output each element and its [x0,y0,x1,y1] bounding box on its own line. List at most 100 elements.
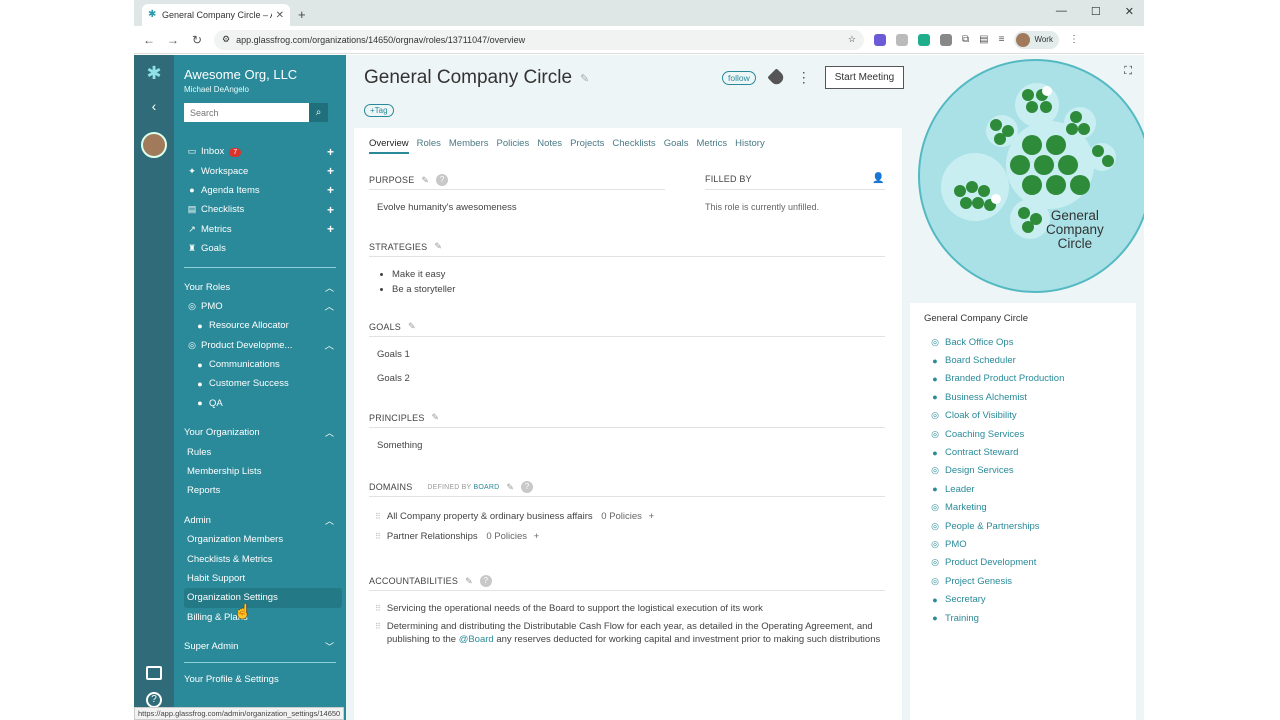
section-your-roles[interactable]: Your Roles ︿ [184,277,342,296]
collapse-sidebar-icon[interactable]: ‹ [134,98,174,114]
menu-item-checklists[interactable]: ▤ Checklists + [184,200,342,219]
role-list-item[interactable]: ◎ Cloak of Visibility [924,407,1136,425]
profile-chip[interactable]: Work [1014,30,1059,49]
wordpress-extension-icon[interactable] [940,33,952,46]
add-agenda-icon[interactable]: + [327,183,334,197]
add-policy-icon[interactable]: + [534,531,540,542]
assign-person-icon[interactable]: 👤 [872,173,884,184]
admin-item-checklists-metrics[interactable]: Checklists & Metrics [184,549,342,568]
drag-handle-icon[interactable]: ⠿ [375,620,381,646]
add-checklist-icon[interactable]: + [327,203,334,217]
admin-item-org-members[interactable]: Organization Members [184,530,342,549]
camera-extension-icon[interactable] [896,33,908,46]
close-window-icon[interactable]: ✕ [1125,5,1134,18]
chevron-up-icon[interactable]: ︿ [324,299,334,313]
drag-handle-icon[interactable]: ⠿ [375,604,381,613]
menu-item-goals[interactable]: ♜ Goals [184,239,342,258]
role-list-item[interactable]: ◎ Project Genesis [924,572,1136,590]
more-options-icon[interactable]: ⋮ [797,69,811,86]
role-communications[interactable]: ● Communications [184,355,342,374]
role-list-item[interactable]: ● Branded Product Production [924,370,1136,388]
add-policy-icon[interactable]: + [649,511,655,522]
edit-pencil-icon[interactable]: ✎ [421,175,429,186]
help-circle-icon[interactable]: ? [436,174,449,186]
role-list-item[interactable]: ● Business Alchemist [924,388,1136,406]
section-admin[interactable]: Admin ︿ [184,511,342,530]
role-list-item[interactable]: ● Secretary [924,590,1136,608]
goal-item[interactable]: Goals 2 [377,373,410,384]
defined-by-board-link[interactable]: BOARD [473,484,499,491]
maximize-icon[interactable]: ☐ [1091,5,1101,18]
menu-item-agenda[interactable]: ● Agenda Items + [184,181,342,200]
edit-pencil-icon[interactable]: ✎ [465,576,473,587]
url-field[interactable]: ⚙ app.glassfrog.com/organizations/14650/… [214,29,864,50]
section-profile-settings[interactable]: Your Profile & Settings [184,669,342,688]
back-arrow-icon[interactable]: ← [142,33,156,47]
chevron-up-icon[interactable]: ︿ [325,426,334,439]
search-icon[interactable]: ⌕ [309,103,328,122]
role-list-item[interactable]: ● Board Scheduler [924,351,1136,369]
role-pmo[interactable]: ◎ PMO ︿ [184,297,342,316]
edit-pencil-icon[interactable]: ✎ [432,412,440,423]
forward-arrow-icon[interactable]: → [166,33,180,47]
chevron-up-icon[interactable]: ︿ [324,338,334,352]
role-list-item[interactable]: ◎ PMO [924,535,1136,553]
bookmark-star-icon[interactable]: ☆ [848,34,856,45]
add-tag-button[interactable]: +Tag [364,104,394,117]
puzzle-extensions-icon[interactable]: ⧉ [962,34,969,45]
close-tab-icon[interactable]: ✕ [276,10,284,21]
board-mention-link[interactable]: @Board [459,634,494,645]
goal-item[interactable]: Goals 1 [377,349,410,360]
org-item-reports[interactable]: Reports [184,481,342,500]
section-your-organization[interactable]: Your Organization ︿ [184,423,342,442]
menu-item-metrics[interactable]: ↗ Metrics + [184,220,342,239]
follow-button[interactable]: follow [722,70,756,85]
admin-item-org-settings[interactable]: Organization Settings [184,588,342,608]
start-meeting-button[interactable]: Start Meeting [824,66,905,89]
chevron-down-icon[interactable]: ﹀ [325,640,334,653]
tab-notes[interactable]: Notes [537,138,562,154]
add-inbox-icon[interactable]: + [327,145,334,159]
browser-menu-icon[interactable]: ⋮ [1069,34,1079,45]
menu-item-inbox[interactable]: ▭ Inbox 7 + [184,142,342,161]
edit-pencil-icon[interactable]: ✎ [434,241,442,252]
reload-icon[interactable]: ↻ [190,33,204,47]
section-super-admin[interactable]: Super Admin ﹀ [184,637,342,656]
add-workspace-icon[interactable]: + [327,164,334,178]
admin-item-habit-support[interactable]: Habit Support [184,569,342,588]
fullscreen-icon[interactable]: ⛶ [1124,65,1132,78]
role-list-item[interactable]: ◎ Back Office Ops [924,333,1136,351]
role-list-item[interactable]: ◎ People & Partnerships [924,517,1136,535]
admin-item-billing[interactable]: Billing & Plans [184,608,342,627]
role-list-item[interactable]: ◎ Product Development [924,554,1136,572]
tab-overview[interactable]: Overview [369,138,409,154]
tab-policies[interactable]: Policies [496,138,529,154]
chat-icon[interactable] [146,666,162,680]
edit-title-pencil-icon[interactable]: ✎ [580,72,589,85]
help-icon[interactable]: ? [146,692,162,708]
tab-projects[interactable]: Projects [570,138,604,154]
site-info-icon[interactable]: ⚙ [222,34,230,45]
policies-count[interactable]: 0 Policies [486,531,527,542]
help-circle-icon[interactable]: ? [479,575,492,587]
frog-logo-icon[interactable]: ✱ [134,63,174,84]
tab-metrics[interactable]: Metrics [697,138,728,154]
tag-icon[interactable] [767,68,786,87]
circle-visualization[interactable] [918,59,1144,293]
tab-history[interactable]: History [735,138,765,154]
drag-handle-icon[interactable]: ⠿ [375,532,381,541]
role-customer-success[interactable]: ● Customer Success [184,374,342,393]
role-list-item[interactable]: ◎ Design Services [924,462,1136,480]
org-item-membership-lists[interactable]: Membership Lists [184,462,342,481]
reading-list-icon[interactable]: ▤ [979,34,988,45]
role-list-item[interactable]: ● Training [924,609,1136,627]
browser-tab[interactable]: ✱ General Company Circle – Awe ✕ [142,4,290,26]
menu-item-workspace[interactable]: ✦ Workspace + [184,161,342,180]
role-qa[interactable]: ● QA [184,394,342,413]
edit-pencil-icon[interactable]: ✎ [408,321,416,332]
tab-members[interactable]: Members [449,138,489,154]
policies-count[interactable]: 0 Policies [601,511,642,522]
org-item-rules[interactable]: Rules [184,442,342,461]
role-list-item[interactable]: ◎ Coaching Services [924,425,1136,443]
role-resource-allocator[interactable]: ● Resource Allocator [184,316,342,335]
